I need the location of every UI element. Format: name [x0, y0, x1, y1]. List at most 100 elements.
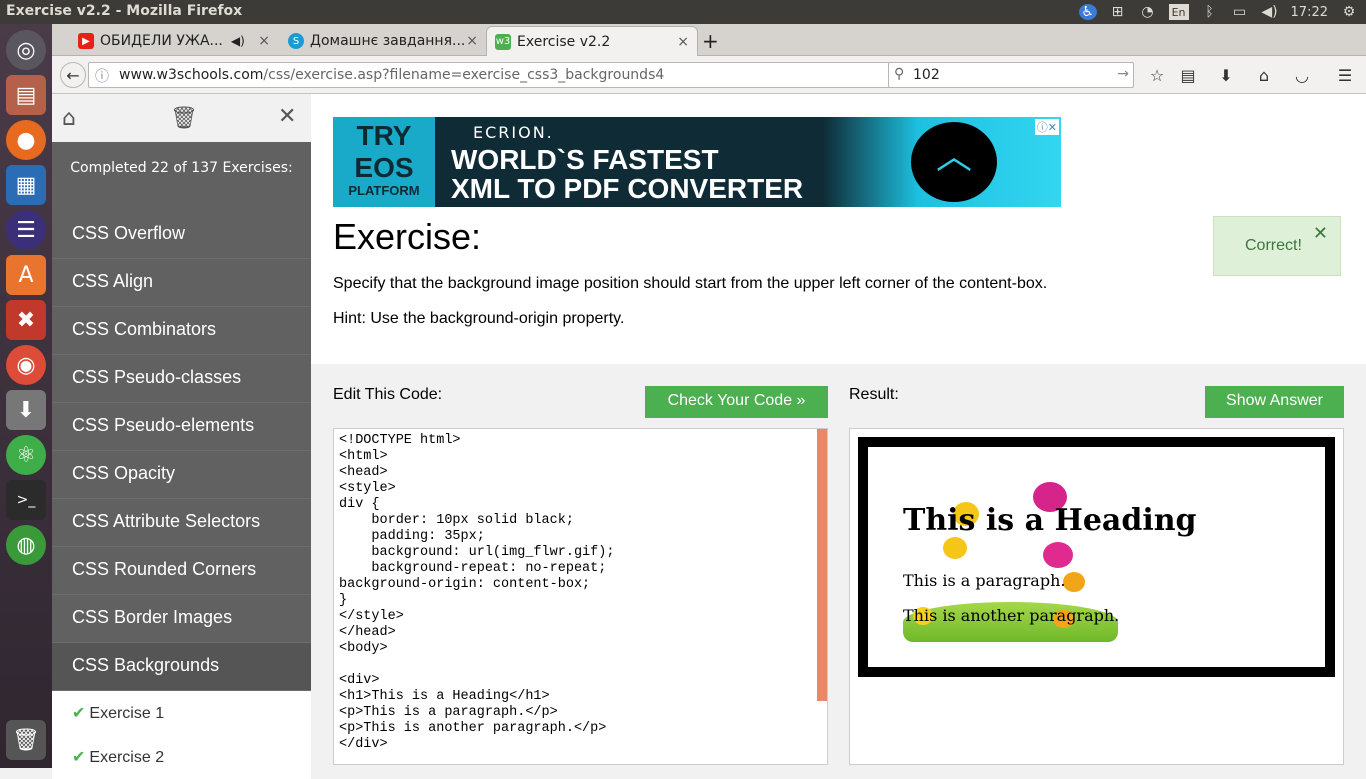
exercise-header: TRY EOS PLATFORM ECRION. WORLD`S FASTEST…	[311, 94, 1366, 364]
exercise-title: Exercise:	[333, 216, 482, 257]
navigation-bar: ← ⓘ www.w3schools.com/css/exercise.asp?f…	[52, 56, 1366, 94]
check-code-button[interactable]: Check Your Code »	[645, 386, 828, 418]
sidebar-item-css-pseudo-elements[interactable]: CSS Pseudo-elements	[52, 403, 311, 451]
code-textarea[interactable]: <!DOCTYPE html> <html> <head> <style> di…	[339, 433, 614, 753]
accessibility-icon[interactable]: ♿	[1078, 4, 1097, 20]
bluetooth-icon[interactable]: ᛒ	[1201, 4, 1219, 20]
keyboard-layout[interactable]: En	[1168, 4, 1189, 20]
libreoffice-impress-icon[interactable]: ▦	[6, 165, 46, 205]
youtube-icon: ▶	[78, 33, 94, 49]
trash-icon[interactable]: 🗑	[6, 720, 46, 760]
result-paragraph-2: This is another paragraph.	[903, 606, 1120, 625]
speaker-icon[interactable]: ◀)	[231, 34, 245, 48]
flower-petal	[1043, 542, 1073, 568]
editor-scrollbar[interactable]	[817, 429, 827, 701]
exercise-sidebar: ⌂ 🗑 ✕ Completed 22 of 137 Exercises: CSS…	[52, 94, 311, 779]
system-settings-icon[interactable]: ✖	[6, 300, 46, 340]
flower-petal	[1063, 572, 1085, 592]
reading-list-icon[interactable]: ▤	[1177, 64, 1199, 86]
sidebar-item-css-align[interactable]: CSS Align	[52, 259, 311, 307]
exercise-label: Exercise 2	[89, 749, 165, 766]
sidebar-item-css-rounded-corners[interactable]: CSS Rounded Corners	[52, 547, 311, 595]
network-icon[interactable]: ◔	[1139, 4, 1157, 20]
checkmark-icon: ✔	[72, 749, 86, 766]
exercise-item[interactable]: ✔ Exercise 1	[52, 691, 311, 735]
ad-try: TRY	[356, 120, 412, 151]
ad-platform: PLATFORM	[348, 183, 420, 198]
search-input[interactable]: 102	[913, 67, 940, 83]
ad-logo-circle: ︿	[911, 122, 997, 202]
clock[interactable]: 17:22	[1291, 5, 1328, 20]
close-icon[interactable]: ×	[258, 33, 270, 49]
ad-info-icon[interactable]: ⓘ✕	[1034, 119, 1059, 135]
installer-icon[interactable]: ⬇	[6, 390, 46, 430]
sidebar-item-css-pseudo-classes[interactable]: CSS Pseudo-classes	[52, 355, 311, 403]
sidebar-item-css-backgrounds[interactable]: CSS Backgrounds	[52, 643, 311, 691]
dash-icon[interactable]: ◎	[6, 30, 46, 70]
w3schools-icon: w3	[495, 33, 511, 50]
downloads-icon[interactable]: ⬇	[1215, 64, 1237, 86]
sidebar-item-css-opacity[interactable]: CSS Opacity	[52, 451, 311, 499]
ad-headline-line1: WORLD`S FASTEST	[451, 144, 719, 175]
show-answer-button[interactable]: Show Answer	[1205, 386, 1344, 418]
flower-petal	[943, 537, 967, 559]
sidebar-item-css-attribute-selectors[interactable]: CSS Attribute Selectors	[52, 499, 311, 547]
files-icon[interactable]: ▤	[6, 75, 46, 115]
progress-text: Completed 22 of 137 Exercises:	[52, 142, 311, 194]
ad-eos: EOS	[354, 152, 414, 183]
url-bar[interactable]: ⓘ www.w3schools.com/css/exercise.asp?fil…	[88, 62, 930, 88]
software-center-icon[interactable]: A	[6, 255, 46, 295]
code-editor[interactable]: <!DOCTYPE html> <html> <head> <style> di…	[333, 428, 828, 765]
close-icon[interactable]: ✕	[1313, 223, 1328, 244]
eclipse-icon[interactable]: ☰	[6, 210, 46, 250]
correct-alert: Correct! ✕	[1213, 216, 1341, 276]
new-tab-button[interactable]: +	[702, 26, 726, 56]
sidebar-item-css-overflow[interactable]: CSS Overflow	[52, 211, 311, 259]
chrome-icon[interactable]: ◉	[6, 345, 46, 385]
settings-gear-icon[interactable]: ⚙	[1340, 4, 1358, 20]
back-arrow-icon[interactable]: ←	[60, 62, 86, 88]
advertisement-banner[interactable]: TRY EOS PLATFORM ECRION. WORLD`S FASTEST…	[333, 117, 1061, 207]
ad-headline: WORLD`S FASTEST XML TO PDF CONVERTER	[451, 145, 803, 203]
go-arrow-icon[interactable]: →	[1117, 66, 1129, 82]
sidebar-toolbar: ⌂ 🗑 ✕	[52, 94, 311, 142]
workspaces-icon[interactable]: ⊞	[1109, 4, 1127, 20]
menu-icon[interactable]: ☰	[1334, 64, 1356, 86]
ad-brand: ECRION.	[473, 123, 554, 142]
atom-icon[interactable]: ⚛	[6, 435, 46, 475]
volume-icon[interactable]: ◀)	[1261, 4, 1279, 20]
tab-skype[interactable]: S Домашнє завдання... ×	[280, 26, 486, 56]
close-icon[interactable]: ×	[466, 33, 478, 49]
result-div: This is a Heading This is a paragraph. T…	[858, 437, 1335, 677]
exercise-item[interactable]: ✔ Exercise 2	[52, 735, 311, 779]
result-paragraph-1: This is a paragraph.	[903, 571, 1066, 590]
home-icon[interactable]: ⌂	[62, 106, 76, 131]
checkmark-icon: ✔	[72, 705, 86, 722]
pocket-icon[interactable]: ◡	[1291, 64, 1313, 86]
tab-youtube[interactable]: ▶ ОБИДЕЛИ УЖА... ◀) ×	[70, 26, 278, 56]
sidebar-item-css-combinators[interactable]: CSS Combinators	[52, 307, 311, 355]
tab-exercise[interactable]: w3 Exercise v2.2 ×	[486, 26, 698, 56]
exercise-description: Specify that the background image positi…	[333, 275, 1048, 292]
network-globe-icon[interactable]: ◍	[6, 525, 46, 565]
home-icon[interactable]: ⌂	[1253, 64, 1275, 86]
search-bar[interactable]: ⚲ 102 →	[888, 62, 1134, 88]
url-domain: www.w3schools.com	[119, 67, 264, 83]
terminal-icon[interactable]: >_	[6, 480, 46, 520]
close-icon[interactable]: ✕	[278, 104, 296, 129]
sidebar-item-css-border-images[interactable]: CSS Border Images	[52, 595, 311, 643]
trash-icon[interactable]: 🗑	[170, 106, 198, 131]
exercise-hint: Hint: Use the background-origin property…	[333, 310, 625, 327]
firefox-icon[interactable]: ●	[6, 120, 46, 160]
info-icon[interactable]: ⓘ	[95, 66, 109, 86]
battery-icon[interactable]: ▭	[1231, 4, 1249, 20]
bookmark-star-icon[interactable]: ☆	[1146, 64, 1168, 86]
result-heading: This is a Heading	[903, 503, 1197, 538]
url-path: /css/exercise.asp?filename=exercise_css3…	[263, 67, 665, 83]
close-icon[interactable]: ×	[677, 34, 689, 50]
tab-bar: ▶ ОБИДЕЛИ УЖА... ◀) × S Домашнє завдання…	[52, 24, 1366, 56]
system-tray: ♿ ⊞ ◔ En ᛒ ▭ ◀) 17:22 ⚙	[1078, 0, 1358, 24]
edit-code-label: Edit This Code:	[333, 386, 443, 403]
result-label: Result:	[849, 386, 899, 403]
skype-icon: S	[288, 33, 304, 49]
